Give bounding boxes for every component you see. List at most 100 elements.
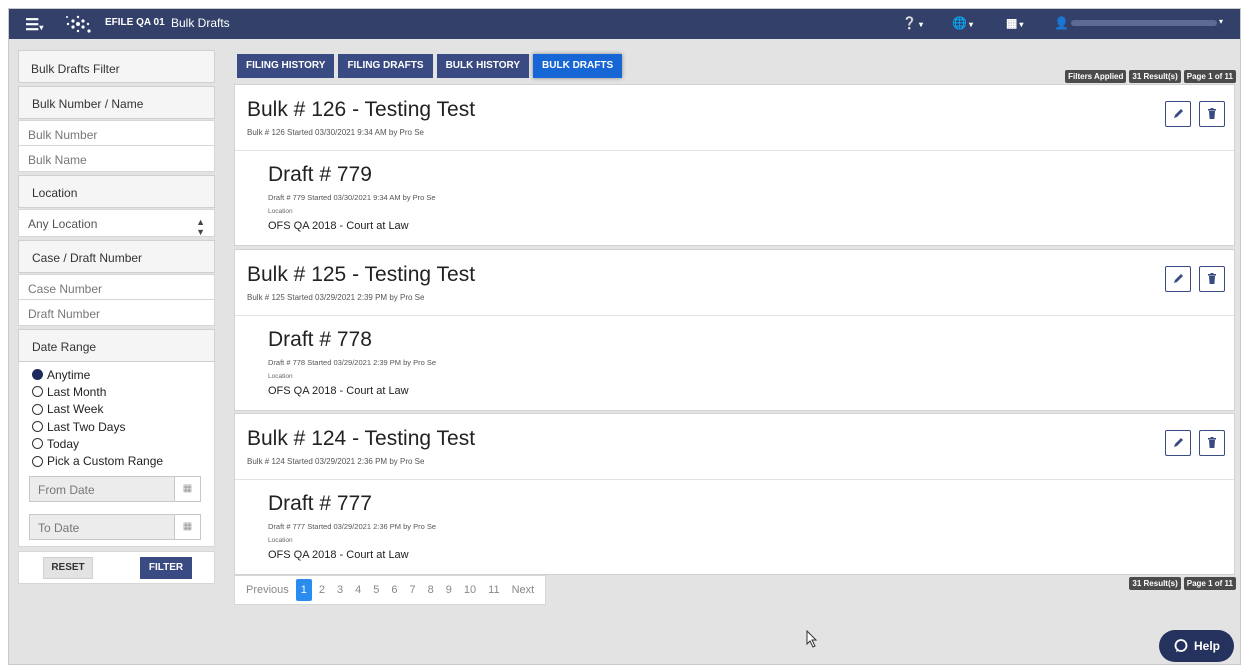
trash-icon <box>1208 437 1216 448</box>
location-section-header: Location <box>18 175 215 208</box>
draft-title[interactable]: Draft # 778 <box>268 328 372 352</box>
page-link-10[interactable]: 10 <box>459 579 481 601</box>
calendar-icon[interactable]: ▦ <box>174 476 200 501</box>
filter-actions: RESET FILTER <box>18 550 215 584</box>
bulk-subtitle: Bulk # 125 Started 03/29/2021 2:39 PM by… <box>247 293 425 302</box>
location-label: Location <box>268 537 293 544</box>
globe-icon[interactable]: 🌐 ▾ <box>952 16 973 30</box>
case-number-input[interactable]: Case Number <box>18 274 215 300</box>
filter-title: Bulk Drafts Filter <box>18 50 215 83</box>
from-date-input[interactable]: From Date <box>30 477 174 501</box>
chat-bubble-icon <box>1174 639 1188 652</box>
location-select[interactable]: Any Location ▲ ▼ <box>18 209 215 237</box>
draft-title[interactable]: Draft # 777 <box>268 492 372 516</box>
page-link-4[interactable]: 4 <box>350 579 366 601</box>
bulk-title[interactable]: Bulk # 125 - Testing Test <box>247 263 475 287</box>
delete-button[interactable] <box>1199 266 1225 292</box>
radio-custom-range[interactable]: Pick a Custom Range <box>32 452 214 469</box>
calendar-icon[interactable]: ▦ <box>174 514 200 539</box>
pagination-previous[interactable]: Previous <box>241 579 294 601</box>
apps-grid-icon[interactable]: ▦ ▾ <box>1006 16 1023 30</box>
date-section-header: Date Range <box>18 329 215 362</box>
page-link-11[interactable]: 11 <box>483 579 504 601</box>
location-select-value: Any Location <box>28 217 98 231</box>
page-link-9[interactable]: 9 <box>441 579 457 601</box>
bulk-title[interactable]: Bulk # 126 - Testing Test <box>247 98 475 122</box>
pencil-icon <box>1174 438 1183 447</box>
tab-bar: FILING HISTORY FILING DRAFTS BULK HISTOR… <box>237 54 623 78</box>
pagination-next[interactable]: Next <box>507 579 540 601</box>
results-status-bottom: 31 Result(s) Page 1 of 11 <box>1129 577 1236 590</box>
user-menu-caret-icon[interactable]: ▾ <box>1219 17 1223 26</box>
delete-button[interactable] <box>1199 430 1225 456</box>
filter-button[interactable]: FILTER <box>140 556 192 579</box>
page-link-1[interactable]: 1 <box>295 579 312 601</box>
help-question-icon[interactable]: ❔ ▾ <box>902 16 923 30</box>
date-range-radios: Anytime Last Month Last Week Last Two Da… <box>18 362 215 547</box>
location-value: OFS QA 2018 - Court at Law <box>268 385 409 397</box>
page-link-7[interactable]: 7 <box>405 579 421 601</box>
from-date-field[interactable]: From Date ▦ <box>29 475 201 502</box>
bulk-header: Bulk # 126 - Testing Test Bulk # 126 Sta… <box>235 85 1234 151</box>
bulk-title[interactable]: Bulk # 124 - Testing Test <box>247 427 475 451</box>
mouse-cursor-icon <box>806 630 818 648</box>
radio-last-month[interactable]: Last Month <box>32 383 214 400</box>
bulk-subtitle: Bulk # 124 Started 03/29/2021 2:36 PM by… <box>247 457 425 466</box>
page-link-5[interactable]: 5 <box>368 579 384 601</box>
results-count-badge: 31 Result(s) <box>1129 70 1181 83</box>
draft-item[interactable]: Draft # 778 Draft # 778 Started 03/29/20… <box>235 316 1234 410</box>
page-link-2[interactable]: 2 <box>314 579 330 601</box>
user-icon[interactable]: 👤 <box>1054 16 1069 30</box>
delete-button[interactable] <box>1199 101 1225 127</box>
tab-filing-history[interactable]: FILING HISTORY <box>237 54 335 78</box>
bulk-name-input[interactable]: Bulk Name <box>18 146 215 172</box>
radio-last-week[interactable]: Last Week <box>32 401 214 418</box>
edit-button[interactable] <box>1165 266 1191 292</box>
tab-bulk-history[interactable]: BULK HISTORY <box>436 54 530 78</box>
hamburger-menu-icon[interactable]: ☰▾ <box>25 15 43 35</box>
trash-icon <box>1208 273 1216 284</box>
location-label: Location <box>268 208 293 215</box>
radio-checked-icon <box>32 369 43 381</box>
user-name-redacted[interactable] <box>1071 20 1217 26</box>
results-count-badge: 31 Result(s) <box>1129 577 1181 590</box>
page-info-badge: Page 1 of 11 <box>1183 70 1236 83</box>
to-date-input[interactable]: To Date <box>30 515 174 539</box>
case-section-header: Case / Draft Number <box>18 240 215 273</box>
filter-sidebar: Bulk Drafts Filter Bulk Number / Name Bu… <box>18 50 215 584</box>
bulk-section-header: Bulk Number / Name <box>18 86 215 119</box>
draft-title[interactable]: Draft # 779 <box>268 163 372 187</box>
draft-subtitle: Draft # 779 Started 03/30/2021 9:34 AM b… <box>268 193 436 202</box>
radio-unchecked-icon <box>32 421 43 433</box>
bulk-card: Bulk # 125 - Testing Test Bulk # 125 Sta… <box>234 249 1235 411</box>
edit-button[interactable] <box>1165 430 1191 456</box>
to-date-field[interactable]: To Date ▦ <box>29 513 201 540</box>
page-link-6[interactable]: 6 <box>386 579 402 601</box>
radio-unchecked-icon <box>32 438 43 450</box>
bulk-card: Bulk # 126 - Testing Test Bulk # 126 Sta… <box>234 84 1235 246</box>
radio-last-two-days[interactable]: Last Two Days <box>32 418 214 435</box>
app-window: ☰▾ EFILE QA 01 Bulk Drafts ❔ ▾ 🌐 ▾ ▦ ▾ 👤 ▾ … <box>8 8 1241 665</box>
help-label: Help <box>1193 639 1220 653</box>
bulk-number-input[interactable]: Bulk Number <box>18 120 215 146</box>
help-button[interactable]: Help <box>1159 630 1234 662</box>
page-link-3[interactable]: 3 <box>332 579 348 601</box>
draft-item[interactable]: Draft # 779 Draft # 779 Started 03/30/20… <box>235 151 1234 245</box>
radio-unchecked-icon <box>32 455 43 467</box>
reset-button[interactable]: RESET <box>43 556 93 579</box>
edit-button[interactable] <box>1165 101 1191 127</box>
tab-filing-drafts[interactable]: FILING DRAFTS <box>338 54 433 78</box>
trash-icon <box>1208 108 1216 119</box>
pencil-icon <box>1174 274 1183 283</box>
radio-anytime[interactable]: Anytime <box>32 366 214 383</box>
page-link-8[interactable]: 8 <box>423 579 439 601</box>
location-value: OFS QA 2018 - Court at Law <box>268 549 409 561</box>
radio-today[interactable]: Today <box>32 435 214 452</box>
pencil-icon <box>1174 109 1183 118</box>
draft-item[interactable]: Draft # 777 Draft # 777 Started 03/29/20… <box>235 480 1234 574</box>
results-status-top: Filters Applied 31 Result(s) Page 1 of 1… <box>1065 70 1236 83</box>
top-nav-bar: ☰▾ EFILE QA 01 Bulk Drafts ❔ ▾ 🌐 ▾ ▦ ▾ 👤 ▾ <box>9 9 1240 39</box>
tab-bulk-drafts[interactable]: BULK DRAFTS <box>533 54 623 78</box>
page-title: Bulk Drafts <box>171 16 230 30</box>
draft-number-input[interactable]: Draft Number <box>18 300 215 326</box>
